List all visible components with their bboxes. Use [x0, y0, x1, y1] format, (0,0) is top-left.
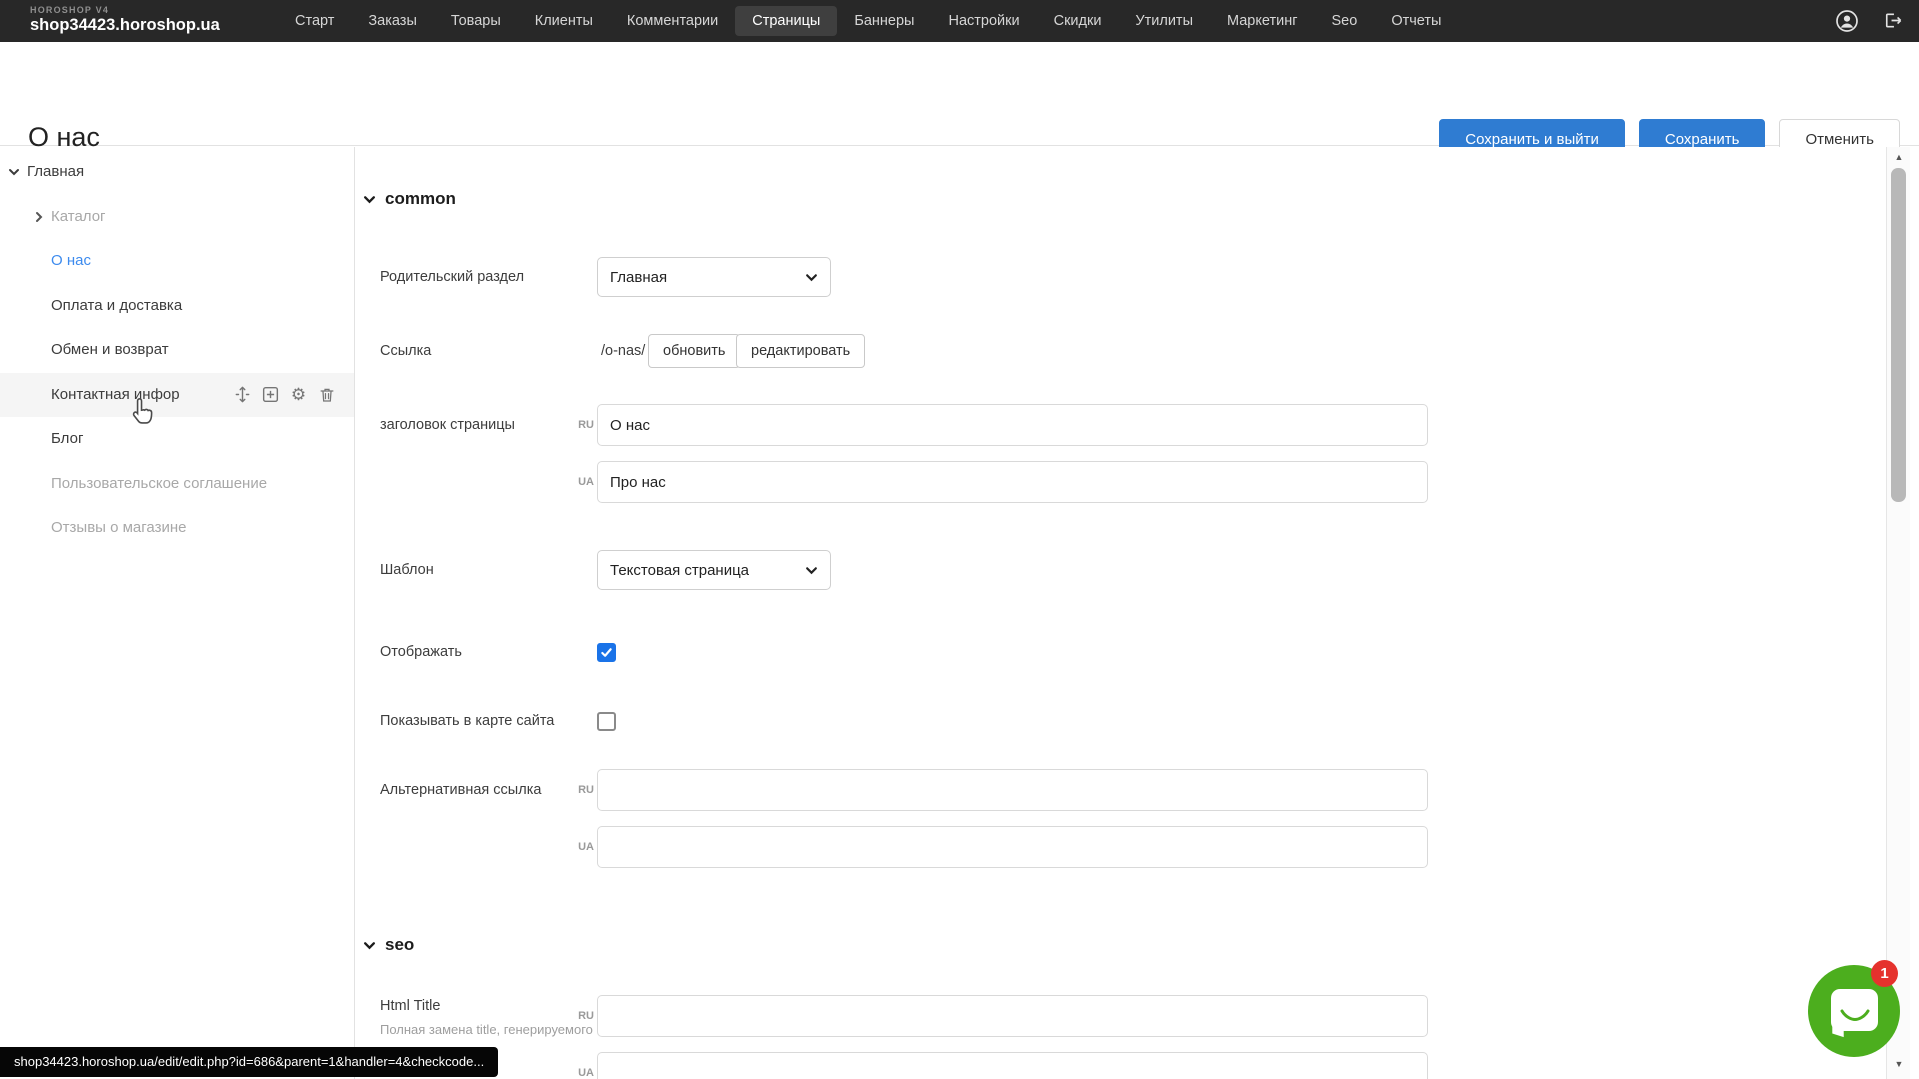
html-title-description: Полная замена title, генерируемого	[380, 1020, 593, 1040]
chevron-down-icon[interactable]	[8, 166, 20, 178]
hand-cursor	[128, 397, 158, 429]
status-url-tooltip: shop34423.horoshop.ua/edit/edit.php?id=6…	[0, 1047, 498, 1077]
html-title-ru-input[interactable]	[597, 995, 1428, 1037]
page-title-ru-input[interactable]	[597, 404, 1428, 446]
sidebar-item-payment-delivery[interactable]: Оплата и доставка	[0, 284, 354, 329]
link-edit-button[interactable]: редактировать	[736, 334, 865, 368]
chevron-down-icon	[363, 193, 376, 206]
page-title-ua-input[interactable]	[597, 461, 1428, 503]
lang-badge-ua: UA	[558, 841, 594, 853]
sidebar-item-contact-info-hovered[interactable]: Контактная инфор ⚙	[0, 373, 354, 418]
parent-section-label: Родительский раздел	[380, 257, 524, 297]
nav-item-utilities[interactable]: Утилиты	[1118, 6, 1210, 36]
section-title: common	[385, 189, 456, 209]
scroll-up-arrow[interactable]: ▲	[1887, 152, 1911, 162]
link-refresh-button[interactable]: обновить	[648, 334, 740, 368]
page: HOROSHOP V4 shop34423.horoshop.ua Старт …	[0, 0, 1919, 1079]
nav-item-clients[interactable]: Клиенты	[518, 6, 610, 36]
logo-domain: shop34423.horoshop.ua	[30, 16, 220, 35]
sidebar-item-exchange-return[interactable]: Обмен и возврат	[0, 328, 354, 373]
sidebar-item-label: Блог	[51, 430, 83, 447]
nav-item-seo[interactable]: Seo	[1315, 6, 1375, 36]
lang-badge-ua: UA	[558, 476, 594, 488]
scrollbar-thumb[interactable]	[1891, 168, 1906, 502]
move-icon[interactable]	[233, 385, 252, 404]
page-header: О нас Сохранить и выйти Сохранить Отмени…	[0, 42, 1919, 146]
sitemap-label: Показывать в карте сайта	[380, 701, 554, 741]
sidebar-item-catalog[interactable]: Каталог	[0, 195, 354, 240]
sidebar-item-store-reviews[interactable]: Отзывы о магазине	[0, 506, 354, 551]
logo[interactable]: HOROSHOP V4 shop34423.horoshop.ua	[30, 5, 220, 35]
html-title-ua-input[interactable]	[597, 1052, 1428, 1079]
main-nav: Старт Заказы Товары Клиенты Комментарии …	[278, 0, 1458, 42]
alt-link-ru-input[interactable]	[597, 769, 1428, 811]
template-label: Шаблон	[380, 550, 434, 590]
sidebar-item-home[interactable]: Главная	[0, 150, 354, 195]
sitemap-checkbox-unchecked[interactable]	[597, 712, 616, 731]
sidebar-item-label: Пользовательское соглашение	[51, 475, 267, 492]
account-icon[interactable]	[1835, 9, 1859, 33]
nav-item-settings[interactable]: Настройки	[931, 6, 1036, 36]
topbar: HOROSHOP V4 shop34423.horoshop.ua Старт …	[0, 0, 1919, 42]
chat-widget-button[interactable]: 1	[1808, 965, 1900, 1057]
chevron-down-icon	[363, 939, 376, 952]
nav-item-reports[interactable]: Отчеты	[1374, 6, 1458, 36]
display-checkbox-checked[interactable]	[597, 643, 616, 662]
add-icon[interactable]	[261, 385, 280, 404]
section-title: seo	[385, 935, 414, 955]
scroll-down-arrow[interactable]: ▼	[1887, 1059, 1911, 1069]
display-label: Отображать	[380, 632, 462, 672]
chevron-down-icon	[805, 564, 818, 577]
page-title-field-label: заголовок страницы	[380, 405, 515, 445]
section-header-seo[interactable]: seo	[363, 932, 414, 958]
sidebar-item-about-selected[interactable]: О нас	[0, 239, 354, 284]
html-title-label: Html Title	[380, 994, 440, 1018]
nav-item-start[interactable]: Старт	[278, 6, 351, 36]
logout-icon[interactable]	[1881, 9, 1905, 33]
nav-item-banners[interactable]: Баннеры	[837, 6, 931, 36]
section-header-common[interactable]: common	[363, 186, 456, 212]
sidebar-item-label: Контактная инфор	[51, 386, 180, 403]
sidebar-item-label: Каталог	[51, 208, 106, 225]
alt-link-label: Альтернативная ссылка	[380, 770, 541, 810]
link-value: /o-nas/	[601, 331, 645, 371]
lang-badge-ua: UA	[558, 1067, 594, 1079]
gear-icon[interactable]: ⚙	[289, 385, 308, 404]
topbar-icons	[1835, 0, 1905, 42]
nav-item-orders[interactable]: Заказы	[351, 6, 433, 36]
nav-item-products[interactable]: Товары	[434, 6, 518, 36]
parent-section-value: Главная	[610, 269, 667, 286]
logo-version: HOROSHOP V4	[30, 5, 220, 15]
template-select[interactable]: Текстовая страница	[597, 550, 831, 590]
alt-link-ua-input[interactable]	[597, 826, 1428, 868]
chat-bubble-tail	[1832, 1021, 1843, 1037]
sidebar-item-label: Отзывы о магазине	[51, 519, 186, 536]
lang-badge-ru: RU	[558, 784, 594, 796]
lang-badge-ru: RU	[558, 1010, 594, 1022]
sidebar-item-label: Обмен и возврат	[51, 341, 169, 358]
lang-badge-ru: RU	[558, 419, 594, 431]
chat-unread-badge: 1	[1871, 960, 1898, 987]
nav-item-marketing[interactable]: Маркетинг	[1210, 6, 1315, 36]
tree-item-actions: ⚙	[233, 373, 336, 418]
nav-item-comments[interactable]: Комментарии	[610, 6, 735, 36]
sidebar-item-blog[interactable]: Блог	[0, 417, 354, 462]
sidebar-item-label: Главная	[27, 163, 84, 180]
chevron-right-icon[interactable]	[33, 211, 45, 223]
nav-item-pages-active[interactable]: Страницы	[735, 6, 837, 36]
sidebar-item-user-agreement[interactable]: Пользовательское соглашение	[0, 462, 354, 507]
trash-icon[interactable]	[317, 385, 336, 404]
nav-item-discounts[interactable]: Скидки	[1037, 6, 1119, 36]
link-label: Ссылка	[380, 331, 431, 371]
sidebar-item-label: Оплата и доставка	[51, 297, 182, 314]
content-scrollbar[interactable]: ▲ ▼	[1886, 147, 1910, 1079]
parent-section-select[interactable]: Главная	[597, 257, 831, 297]
pages-tree-sidebar: Главная Каталог О нас Оплата и доставка …	[0, 147, 355, 1079]
template-value: Текстовая страница	[610, 562, 749, 579]
page-edit-form: common Родительский раздел Главная Ссылк…	[356, 147, 1886, 1079]
chevron-down-icon	[805, 271, 818, 284]
sidebar-item-label: О нас	[51, 252, 91, 269]
